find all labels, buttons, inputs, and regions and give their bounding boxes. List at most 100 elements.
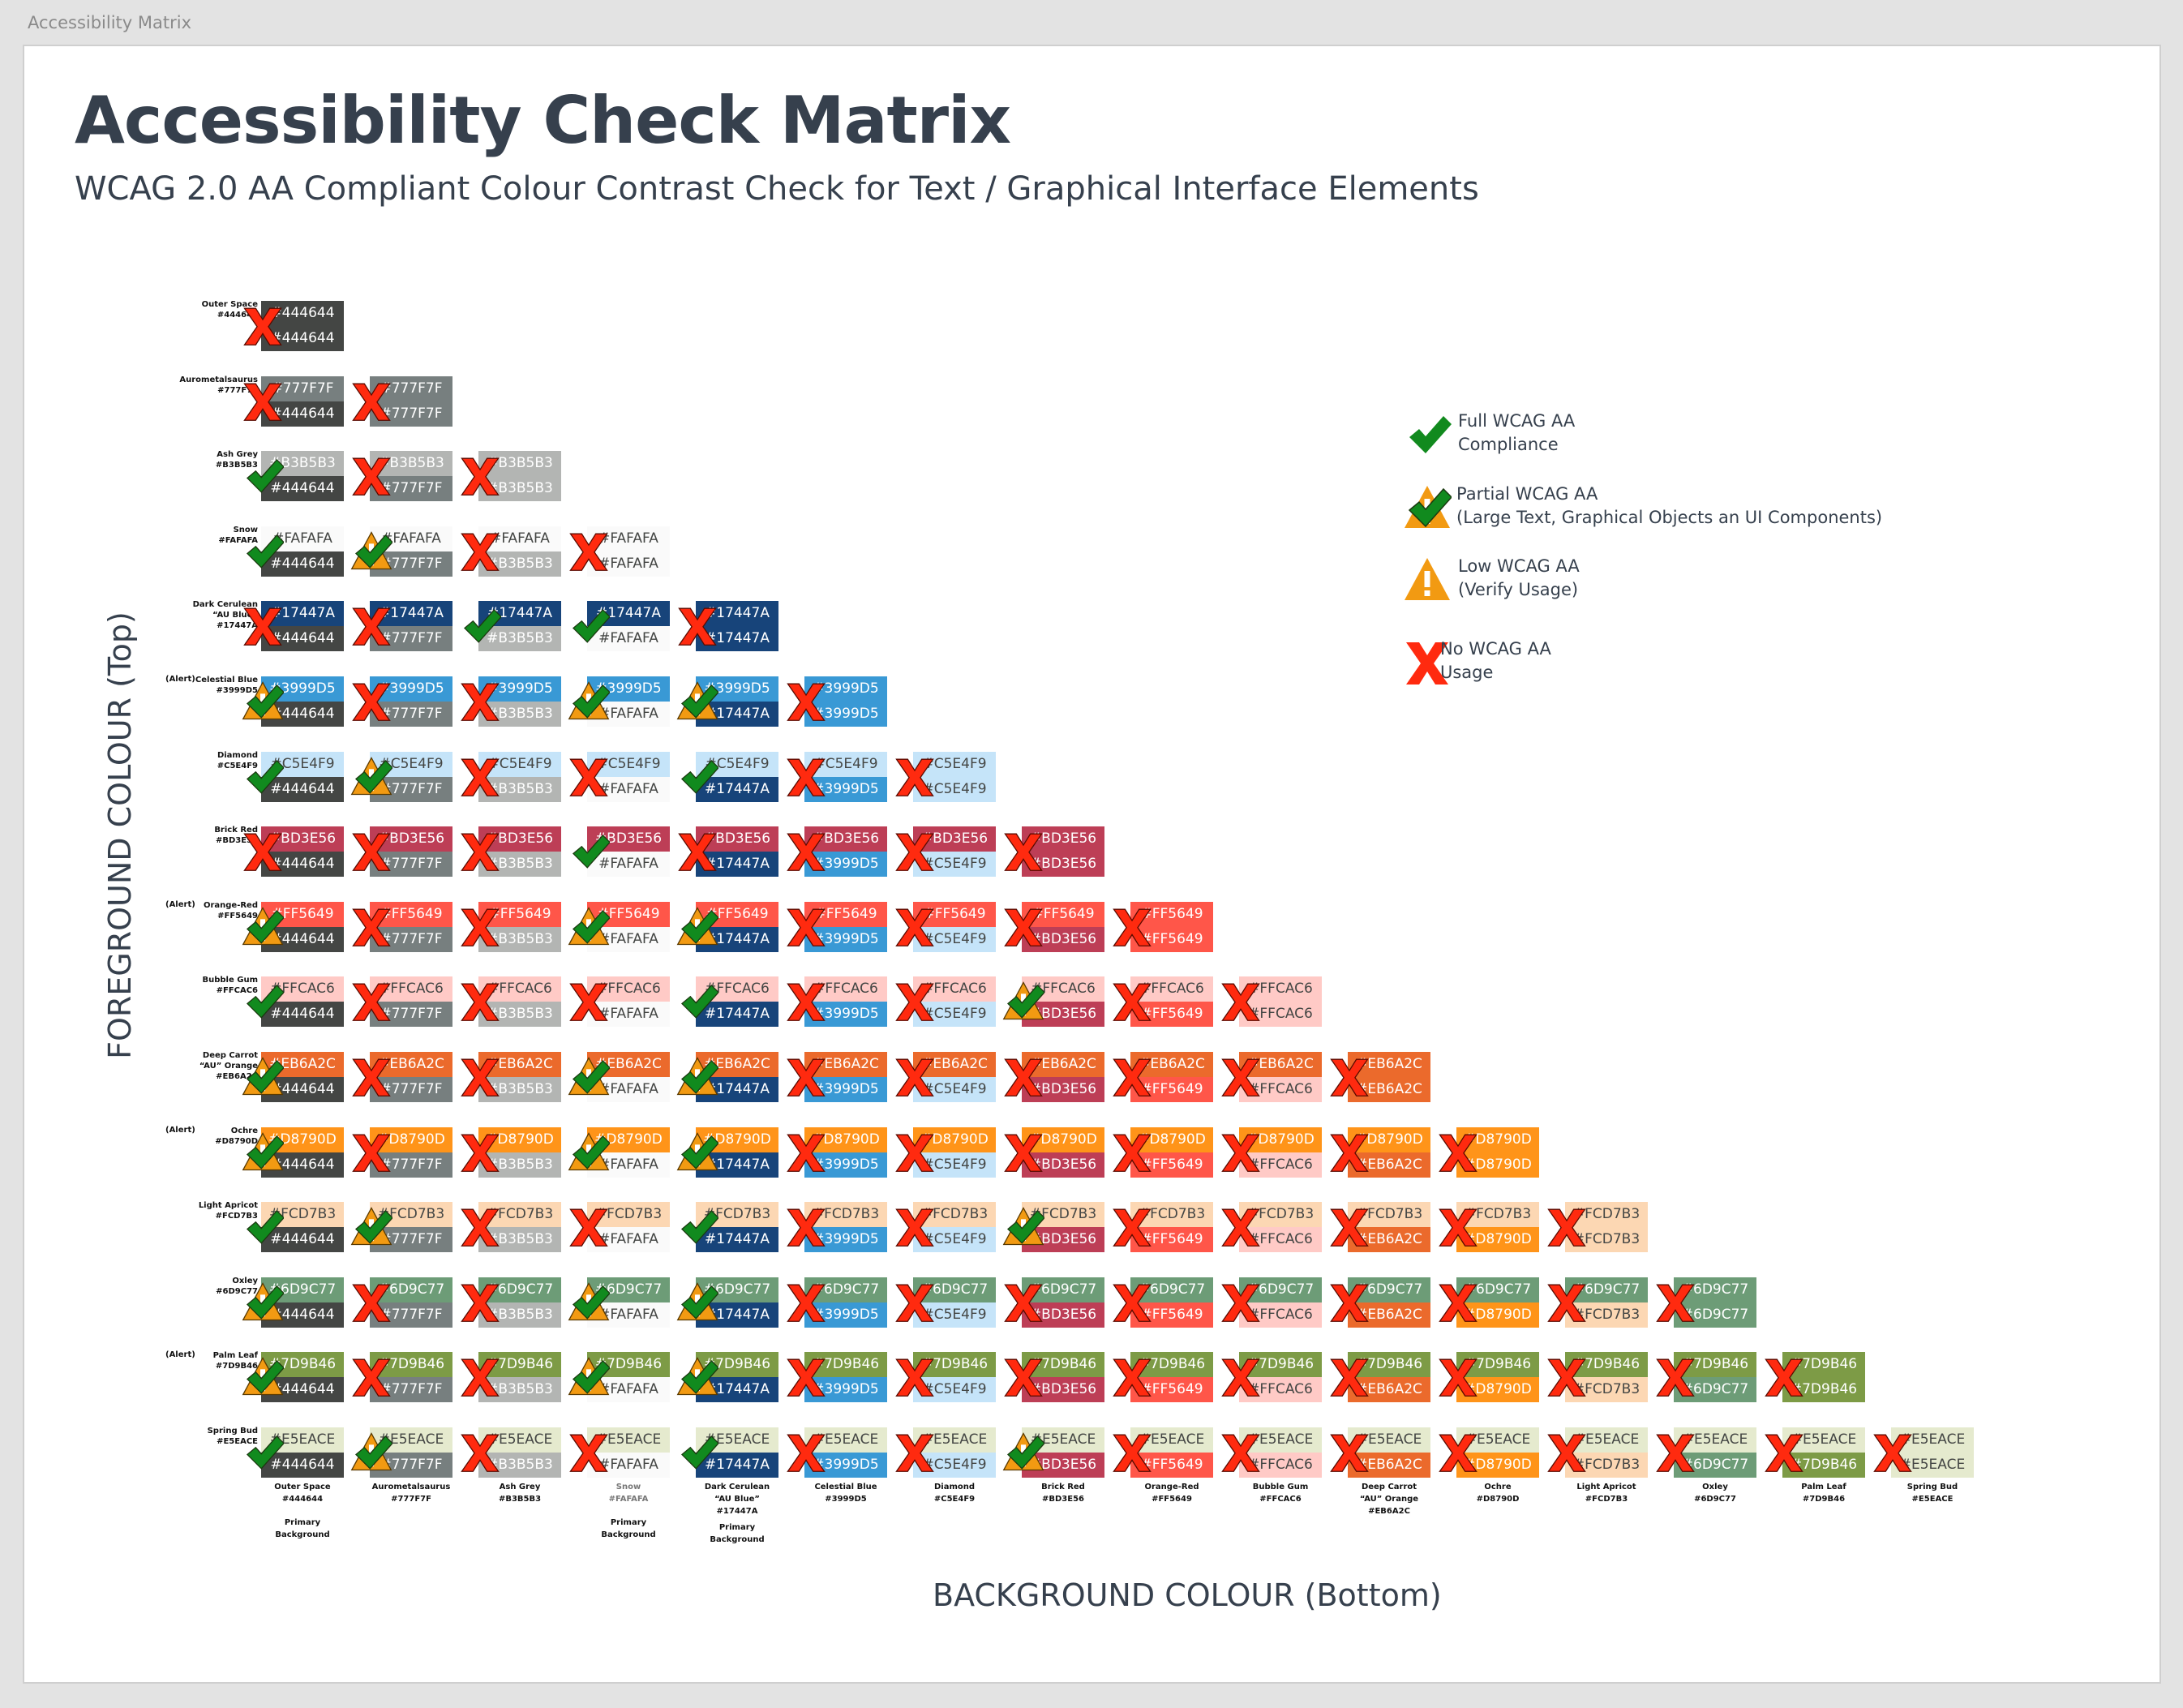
contrast-cell[interactable]: #3999D5 #3999D5: [787, 676, 887, 727]
contrast-cell[interactable]: #17447A #17447A: [678, 601, 778, 652]
contrast-cell[interactable]: #17447A #777F7F: [352, 601, 452, 652]
contrast-cell[interactable]: #FAFAFA #FAFAFA: [569, 526, 670, 577]
contrast-cell[interactable]: #6D9C77 #D8790D: [1439, 1277, 1539, 1328]
contrast-cell[interactable]: #EB6A2C #444644: [242, 1052, 344, 1102]
contrast-cell[interactable]: #7D9B46 #17447A: [676, 1352, 778, 1403]
contrast-cell[interactable]: #D8790D #3999D5: [787, 1127, 887, 1178]
contrast-cell[interactable]: #FFCAC6 #777F7F: [352, 976, 452, 1028]
contrast-cell[interactable]: #FFCAC6 #444644: [246, 976, 344, 1028]
contrast-cell[interactable]: #C5E4F9 #3999D5: [787, 751, 887, 802]
contrast-cell[interactable]: #6D9C77 #B3B5B3: [461, 1277, 561, 1328]
contrast-cell[interactable]: #B3B5B3 #B3B5B3: [461, 451, 561, 502]
contrast-cell[interactable]: #FF5649 #FAFAFA: [568, 901, 670, 952]
contrast-cell[interactable]: #FF5649 #777F7F: [352, 901, 452, 952]
contrast-cell[interactable]: #3999D5 #17447A: [676, 676, 778, 727]
contrast-cell[interactable]: #FCD7B3 #FAFAFA: [569, 1202, 670, 1253]
contrast-cell[interactable]: #6D9C77 #EB6A2C: [1330, 1277, 1430, 1328]
contrast-cell[interactable]: #EB6A2C #3999D5: [787, 1052, 887, 1102]
contrast-cell[interactable]: #E5EACE #B3B5B3: [461, 1427, 561, 1478]
contrast-cell[interactable]: #FCD7B3 #444644: [246, 1202, 344, 1253]
contrast-cell[interactable]: #FCD7B3 #B3B5B3: [461, 1202, 561, 1253]
contrast-cell[interactable]: #6D9C77 #FAFAFA: [568, 1277, 670, 1328]
contrast-cell[interactable]: #B3B5B3 #777F7F: [352, 451, 452, 502]
contrast-cell[interactable]: #777F7F #444644: [243, 376, 344, 427]
contrast-cell[interactable]: #C5E4F9 #777F7F: [350, 751, 452, 802]
contrast-cell[interactable]: #E5EACE #444644: [246, 1427, 344, 1478]
contrast-cell[interactable]: #E5EACE #6D9C77: [1656, 1427, 1756, 1478]
contrast-cell[interactable]: #FFCAC6 #17447A: [680, 976, 778, 1028]
contrast-cell[interactable]: #BD3E56 #3999D5: [787, 826, 887, 878]
contrast-cell[interactable]: #B3B5B3 #444644: [246, 451, 344, 502]
contrast-cell[interactable]: #EB6A2C #777F7F: [352, 1052, 452, 1102]
contrast-cell[interactable]: #7D9B46 #7D9B46: [1765, 1352, 1865, 1403]
contrast-cell[interactable]: #777F7F #777F7F: [352, 376, 452, 427]
contrast-cell[interactable]: #FCD7B3 #D8790D: [1439, 1202, 1539, 1253]
contrast-cell[interactable]: #FAFAFA #B3B5B3: [461, 526, 561, 577]
contrast-cell[interactable]: #FFCAC6 #FF5649: [1113, 976, 1213, 1028]
contrast-cell[interactable]: #EB6A2C #B3B5B3: [461, 1052, 561, 1102]
contrast-cell[interactable]: #7D9B46 #B3B5B3: [461, 1352, 561, 1403]
contrast-cell[interactable]: #6D9C77 #444644: [242, 1277, 344, 1328]
contrast-cell[interactable]: #BD3E56 #17447A: [678, 826, 778, 878]
contrast-cell[interactable]: #E5EACE #BD3E56: [1002, 1427, 1104, 1478]
contrast-cell[interactable]: #D8790D #D8790D: [1439, 1127, 1539, 1178]
contrast-cell[interactable]: #7D9B46 #FCD7B3: [1547, 1352, 1648, 1403]
contrast-cell[interactable]: #D8790D #FFCAC6: [1221, 1127, 1322, 1178]
contrast-cell[interactable]: #7D9B46 #3999D5: [787, 1352, 887, 1403]
contrast-cell[interactable]: #FAFAFA #777F7F: [350, 526, 452, 577]
contrast-cell[interactable]: #E5EACE #FCD7B3: [1547, 1427, 1648, 1478]
contrast-cell[interactable]: #E5EACE #3999D5: [787, 1427, 887, 1478]
contrast-cell[interactable]: #EB6A2C #FF5649: [1113, 1052, 1213, 1102]
contrast-cell[interactable]: #FCD7B3 #777F7F: [350, 1202, 452, 1253]
contrast-cell[interactable]: #FFCAC6 #B3B5B3: [461, 976, 561, 1028]
contrast-cell[interactable]: #D8790D #17447A: [676, 1127, 778, 1178]
contrast-cell[interactable]: #D8790D #FF5649: [1113, 1127, 1213, 1178]
contrast-cell[interactable]: #FF5649 #444644: [242, 901, 344, 952]
contrast-cell[interactable]: #D8790D #BD3E56: [1004, 1127, 1104, 1178]
contrast-cell[interactable]: #E5EACE #E5EACE: [1873, 1427, 1974, 1478]
contrast-cell[interactable]: #17447A #FAFAFA: [572, 601, 670, 652]
contrast-cell[interactable]: #7D9B46 #FFCAC6: [1221, 1352, 1322, 1403]
contrast-cell[interactable]: #6D9C77 #17447A: [676, 1277, 778, 1328]
contrast-cell[interactable]: #7D9B46 #FAFAFA: [568, 1352, 670, 1403]
contrast-cell[interactable]: #D8790D #777F7F: [352, 1127, 452, 1178]
contrast-cell[interactable]: #E5EACE #17447A: [680, 1427, 778, 1478]
contrast-cell[interactable]: #C5E4F9 #17447A: [680, 751, 778, 802]
contrast-cell[interactable]: #EB6A2C #C5E4F9: [895, 1052, 996, 1102]
contrast-cell[interactable]: #C5E4F9 #B3B5B3: [461, 751, 561, 802]
contrast-cell[interactable]: #FFCAC6 #FAFAFA: [569, 976, 670, 1028]
contrast-cell[interactable]: #6D9C77 #FFCAC6: [1221, 1277, 1322, 1328]
contrast-cell[interactable]: #BD3E56 #444644: [243, 826, 344, 878]
contrast-cell[interactable]: #7D9B46 #BD3E56: [1004, 1352, 1104, 1403]
contrast-cell[interactable]: #6D9C77 #FCD7B3: [1547, 1277, 1648, 1328]
contrast-cell[interactable]: #D8790D #444644: [242, 1127, 344, 1178]
contrast-cell[interactable]: #BD3E56 #B3B5B3: [461, 826, 561, 878]
contrast-cell[interactable]: #D8790D #B3B5B3: [461, 1127, 561, 1178]
contrast-cell[interactable]: #6D9C77 #FF5649: [1113, 1277, 1213, 1328]
contrast-cell[interactable]: #FCD7B3 #EB6A2C: [1330, 1202, 1430, 1253]
contrast-cell[interactable]: #7D9B46 #FF5649: [1113, 1352, 1213, 1403]
contrast-cell[interactable]: #E5EACE #777F7F: [350, 1427, 452, 1478]
contrast-cell[interactable]: #EB6A2C #FAFAFA: [568, 1052, 670, 1102]
contrast-cell[interactable]: #FCD7B3 #FFCAC6: [1221, 1202, 1322, 1253]
contrast-cell[interactable]: #BD3E56 #BD3E56: [1004, 826, 1104, 878]
contrast-cell[interactable]: #6D9C77 #6D9C77: [1656, 1277, 1756, 1328]
contrast-cell[interactable]: #FAFAFA #444644: [246, 526, 344, 577]
contrast-cell[interactable]: #3999D5 #FAFAFA: [568, 676, 670, 727]
contrast-cell[interactable]: #6D9C77 #3999D5: [787, 1277, 887, 1328]
contrast-cell[interactable]: #E5EACE #FFCAC6: [1221, 1427, 1322, 1478]
contrast-cell[interactable]: #7D9B46 #C5E4F9: [895, 1352, 996, 1403]
contrast-cell[interactable]: #E5EACE #C5E4F9: [895, 1427, 996, 1478]
contrast-cell[interactable]: #3999D5 #B3B5B3: [461, 676, 561, 727]
contrast-cell[interactable]: #FCD7B3 #BD3E56: [1002, 1202, 1104, 1253]
contrast-cell[interactable]: #FF5649 #B3B5B3: [461, 901, 561, 952]
contrast-cell[interactable]: #7D9B46 #6D9C77: [1656, 1352, 1756, 1403]
contrast-cell[interactable]: #E5EACE #EB6A2C: [1330, 1427, 1430, 1478]
contrast-cell[interactable]: #C5E4F9 #C5E4F9: [895, 751, 996, 802]
contrast-cell[interactable]: #7D9B46 #EB6A2C: [1330, 1352, 1430, 1403]
contrast-cell[interactable]: #FCD7B3 #FF5649: [1113, 1202, 1213, 1253]
contrast-cell[interactable]: #EB6A2C #EB6A2C: [1330, 1052, 1430, 1102]
contrast-cell[interactable]: #7D9B46 #D8790D: [1439, 1352, 1539, 1403]
contrast-cell[interactable]: #FF5649 #C5E4F9: [895, 901, 996, 952]
contrast-cell[interactable]: #C5E4F9 #FAFAFA: [569, 751, 670, 802]
